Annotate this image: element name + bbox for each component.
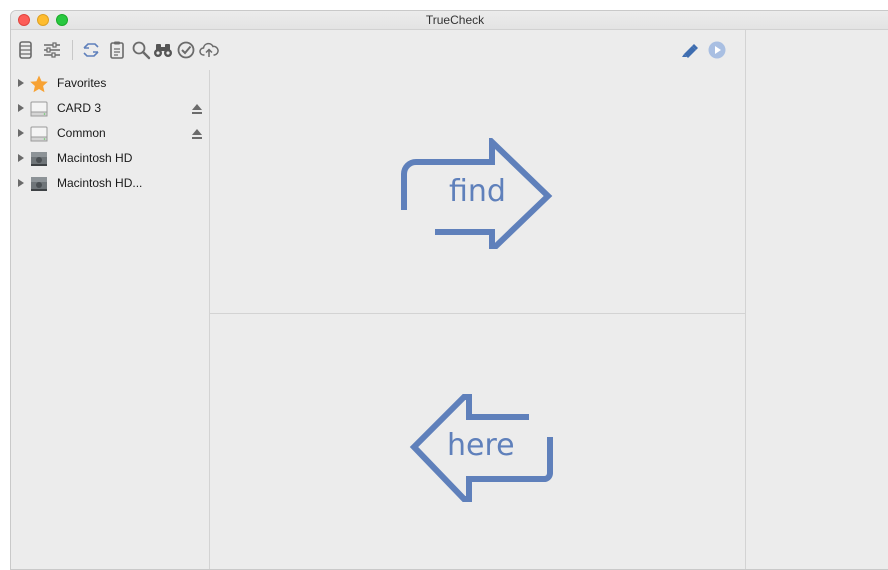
sync-arrows-icon[interactable] (81, 40, 101, 60)
play-circle-icon[interactable] (707, 40, 727, 60)
eject-icon[interactable] (191, 102, 203, 116)
sidebar-item-macintosh-hd[interactable]: Macintosh HD (11, 147, 209, 171)
app-window: TrueCheck Favorites CARD 3 Common Macint… (10, 10, 888, 570)
eject-icon[interactable] (191, 127, 203, 141)
hard-disk-icon (29, 149, 49, 169)
binoculars-icon[interactable] (153, 40, 173, 60)
sidebar-item-label: Common (57, 126, 106, 140)
cloud-upload-icon[interactable] (199, 40, 219, 60)
disclosure-triangle-icon[interactable] (18, 179, 24, 187)
disclosure-triangle-icon[interactable] (18, 79, 24, 87)
checkmark-circle-icon[interactable] (176, 40, 196, 60)
sidebar-item-common[interactable]: Common (11, 122, 209, 146)
here-label: here (447, 428, 515, 463)
sidebar-item-label: Macintosh HD (57, 151, 133, 165)
destination-pane[interactable]: here (210, 314, 745, 569)
eraser-icon[interactable] (680, 40, 700, 60)
disclosure-triangle-icon[interactable] (18, 129, 24, 137)
disclosure-triangle-icon[interactable] (18, 154, 24, 162)
sidebar: Favorites CARD 3 Common Macintosh HD Mac… (11, 70, 210, 569)
list-icon[interactable] (16, 40, 36, 60)
title-bar[interactable]: TrueCheck (11, 11, 888, 30)
sidebar-item-label: CARD 3 (57, 101, 102, 115)
clipboard-icon[interactable] (107, 40, 127, 60)
source-pane[interactable]: find (210, 70, 745, 314)
drive-icon (29, 99, 49, 119)
sidebar-item-label: Macintosh HD... (57, 176, 143, 190)
magnifier-icon[interactable] (131, 40, 151, 60)
sidebar-item-card-3[interactable]: CARD 3 (11, 97, 209, 121)
hard-disk-icon (29, 174, 49, 194)
pane-divider[interactable] (745, 30, 746, 569)
toolbar (11, 30, 888, 70)
window-title: TrueCheck (425, 13, 485, 27)
find-label: find (449, 174, 506, 209)
sliders-icon[interactable] (42, 40, 62, 60)
sidebar-item-label: Favorites (57, 76, 107, 90)
sidebar-item-macintosh-hd-data[interactable]: Macintosh HD... (11, 172, 209, 196)
drive-icon (29, 124, 49, 144)
disclosure-triangle-icon[interactable] (18, 104, 24, 112)
toolbar-separator (72, 40, 73, 60)
sidebar-item-favorites[interactable]: Favorites (11, 72, 209, 96)
star-icon (29, 74, 49, 94)
